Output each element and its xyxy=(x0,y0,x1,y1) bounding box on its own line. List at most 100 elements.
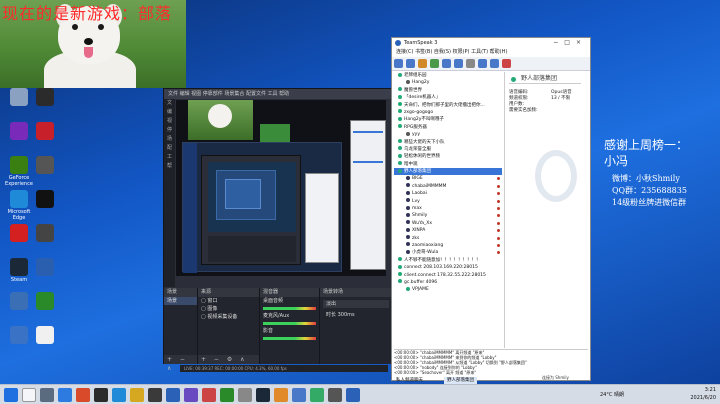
search-icon[interactable] xyxy=(22,388,36,402)
desktop-shortcut[interactable] xyxy=(30,224,60,243)
bookmark-icon[interactable] xyxy=(418,59,427,68)
desktop-shortcut[interactable] xyxy=(30,292,60,311)
transition-duration[interactable]: 时长 300ms xyxy=(323,311,389,319)
obs-menubar[interactable]: 文件 编辑 视图 停靠部件 场景集合 配置文件 工具 帮助 xyxy=(164,89,392,99)
contacts-icon[interactable] xyxy=(490,59,499,68)
weather-widget[interactable]: 24°C 晴朗 xyxy=(600,391,624,398)
desktop-shortcut[interactable] xyxy=(30,258,60,277)
record-icon[interactable] xyxy=(502,59,511,68)
tree-item[interactable]: zxgo-gogogo xyxy=(394,109,502,116)
ts-window-controls[interactable]: −□× xyxy=(553,38,587,48)
disconnect-icon[interactable] xyxy=(406,59,415,68)
tree-item[interactable]: Hang2y xyxy=(394,79,502,86)
tree-item[interactable]: 哪些大佬的天下小队 xyxy=(394,139,502,146)
dock-scenes-controls[interactable]: + − ∧ ∨ xyxy=(164,355,197,372)
tree-item[interactable]: Lvy xyxy=(394,198,502,205)
desktop-shortcut[interactable] xyxy=(30,190,60,209)
tree-item[interactable]: zks xyxy=(394,235,502,242)
app-icon[interactable] xyxy=(220,388,234,402)
tree-item[interactable]: max xyxy=(394,205,502,212)
source-item[interactable]: ▢ 视频采集设备 xyxy=(198,313,259,321)
sidebar-glyph[interactable]: 配 xyxy=(164,144,175,153)
speaker-icon[interactable] xyxy=(454,59,463,68)
volume-meter[interactable] xyxy=(263,307,316,310)
tree-item[interactable]: Hang2y不叫啊哦子 xyxy=(394,116,502,123)
dock-mixer[interactable]: 混音器 桌面音频 麦克风/Aux 影音 xyxy=(260,288,320,364)
mic-icon[interactable] xyxy=(442,59,451,68)
tree-item[interactable]: Laobai xyxy=(394,190,502,197)
tree-item[interactable]: BIGE xyxy=(394,175,502,182)
tree-item[interactable]: yyy xyxy=(394,131,502,138)
tree-item[interactable]: gc.buffer 4096 xyxy=(394,279,502,286)
desktop-shortcut[interactable] xyxy=(30,88,60,107)
tree-item[interactable]: client.connect 178.32.55.222:28015 xyxy=(394,272,502,279)
tree-item[interactable]: 魔兽世界 xyxy=(394,87,502,94)
app-mail-icon[interactable] xyxy=(58,388,72,402)
app-browser-icon[interactable] xyxy=(76,388,90,402)
ts-menubar[interactable]: 连接(C) 书签(B) 自我(S) 权限(P) 工具(T) 帮助(H) xyxy=(392,48,590,57)
chat-icon[interactable] xyxy=(478,59,487,68)
tree-item[interactable]: 「desire机器人」 xyxy=(394,94,502,101)
away-icon[interactable] xyxy=(430,59,439,68)
app-icon[interactable] xyxy=(346,388,360,402)
tree-item[interactable]: Shmily xyxy=(394,212,502,219)
app-icon[interactable] xyxy=(328,388,342,402)
app-icon[interactable] xyxy=(238,388,252,402)
sidebar-glyph[interactable]: 视 xyxy=(164,117,175,126)
sidebar-glyph[interactable]: 帮 xyxy=(164,162,175,171)
teamspeak-window[interactable]: TeamSpeak 3 −□× 连接(C) 书签(B) 自我(S) 权限(P) … xyxy=(391,37,591,385)
sidebar-glyph[interactable]: 工 xyxy=(164,153,175,162)
task-view-icon[interactable] xyxy=(40,388,54,402)
tree-item[interactable]: 天命们，把你们那子里的大佬撸出把你... xyxy=(394,102,502,109)
obs-icon[interactable] xyxy=(94,388,108,402)
tree-item[interactable]: 暗中观 xyxy=(394,161,502,168)
sidebar-glyph[interactable]: 场 xyxy=(164,135,175,144)
dock-sources[interactable]: 来源 ▢ 窗口 ▢ 图像 ▢ 视频采集设备 + − ⚙ ∧ ∨ xyxy=(198,288,260,372)
dock-scenes[interactable]: 场景 场景 + − ∧ ∨ xyxy=(164,288,198,372)
steam-icon[interactable] xyxy=(148,388,162,402)
tree-item[interactable]: 小虎哥-Wula xyxy=(394,249,502,256)
desktop-shortcut[interactable] xyxy=(30,122,60,141)
folder-icon[interactable] xyxy=(130,388,144,402)
scene-item[interactable]: 场景 xyxy=(164,297,197,305)
settings-icon[interactable] xyxy=(466,59,475,68)
channel-selected[interactable]: 野人部落集团 xyxy=(394,168,502,176)
source-item[interactable]: ▢ 图像 xyxy=(198,305,259,313)
tree-item[interactable]: WuYa_Xx xyxy=(394,220,502,227)
connect-icon[interactable] xyxy=(394,59,403,68)
tree-item[interactable]: connect 208.103.169.220:28015 xyxy=(394,264,502,271)
tree-item[interactable]: XINPA xyxy=(394,227,502,234)
app-icon[interactable] xyxy=(274,388,288,402)
app-icon[interactable] xyxy=(256,388,270,402)
teamspeak-icon[interactable] xyxy=(166,388,180,402)
source-item[interactable]: ▢ 窗口 xyxy=(198,297,259,305)
desktop-shortcut[interactable] xyxy=(30,156,60,175)
tree-item[interactable]: 轻松休闲的世界频 xyxy=(394,153,502,160)
tree-item[interactable]: 人不够不能随意加！！！！！！！！！ xyxy=(394,257,502,264)
tree-item[interactable]: zaomiaoxiang xyxy=(394,242,502,249)
volume-meter[interactable] xyxy=(263,322,316,325)
app-icon[interactable] xyxy=(202,388,216,402)
dock-transition[interactable]: 场景转场 淡出 时长 300ms xyxy=(320,288,392,364)
sidebar-glyph[interactable]: 编 xyxy=(164,108,175,117)
transition-select[interactable]: 淡出 xyxy=(323,300,389,308)
dock-sources-controls[interactable]: + − ⚙ ∧ ∨ xyxy=(198,355,259,372)
desktop-shortcut[interactable] xyxy=(30,326,60,345)
obs-window[interactable]: 文件 编辑 视图 停靠部件 场景集合 配置文件 工具 帮助 文 编 视 停 场 … xyxy=(163,88,392,372)
app-icon[interactable] xyxy=(184,388,198,402)
tree-item[interactable]: RPG服务器 xyxy=(394,124,502,131)
tree-item[interactable]: chabaiMMMMM xyxy=(394,183,502,190)
sidebar-glyph[interactable]: 文 xyxy=(164,99,175,108)
system-clock[interactable]: 3:21 2021/6/20 xyxy=(690,386,716,402)
obs-preview-canvas[interactable] xyxy=(176,100,386,276)
app-icon[interactable] xyxy=(292,388,306,402)
ts-info-panel: 野人部落集团 语音编码: 频道权限: 用户数: 需要实名加频: Opus语音 1… xyxy=(504,72,588,348)
edge-icon[interactable] xyxy=(112,388,126,402)
tree-item[interactable]: 老牌组乐园 xyxy=(394,72,502,79)
tree-item[interactable]: VPJAME xyxy=(394,286,502,293)
tree-item[interactable]: 乌龙荣誉全服 xyxy=(394,146,502,153)
app-icon[interactable] xyxy=(310,388,324,402)
sidebar-glyph[interactable]: 停 xyxy=(164,126,175,135)
volume-meter[interactable] xyxy=(263,337,316,340)
start-windows-icon[interactable] xyxy=(4,388,18,402)
